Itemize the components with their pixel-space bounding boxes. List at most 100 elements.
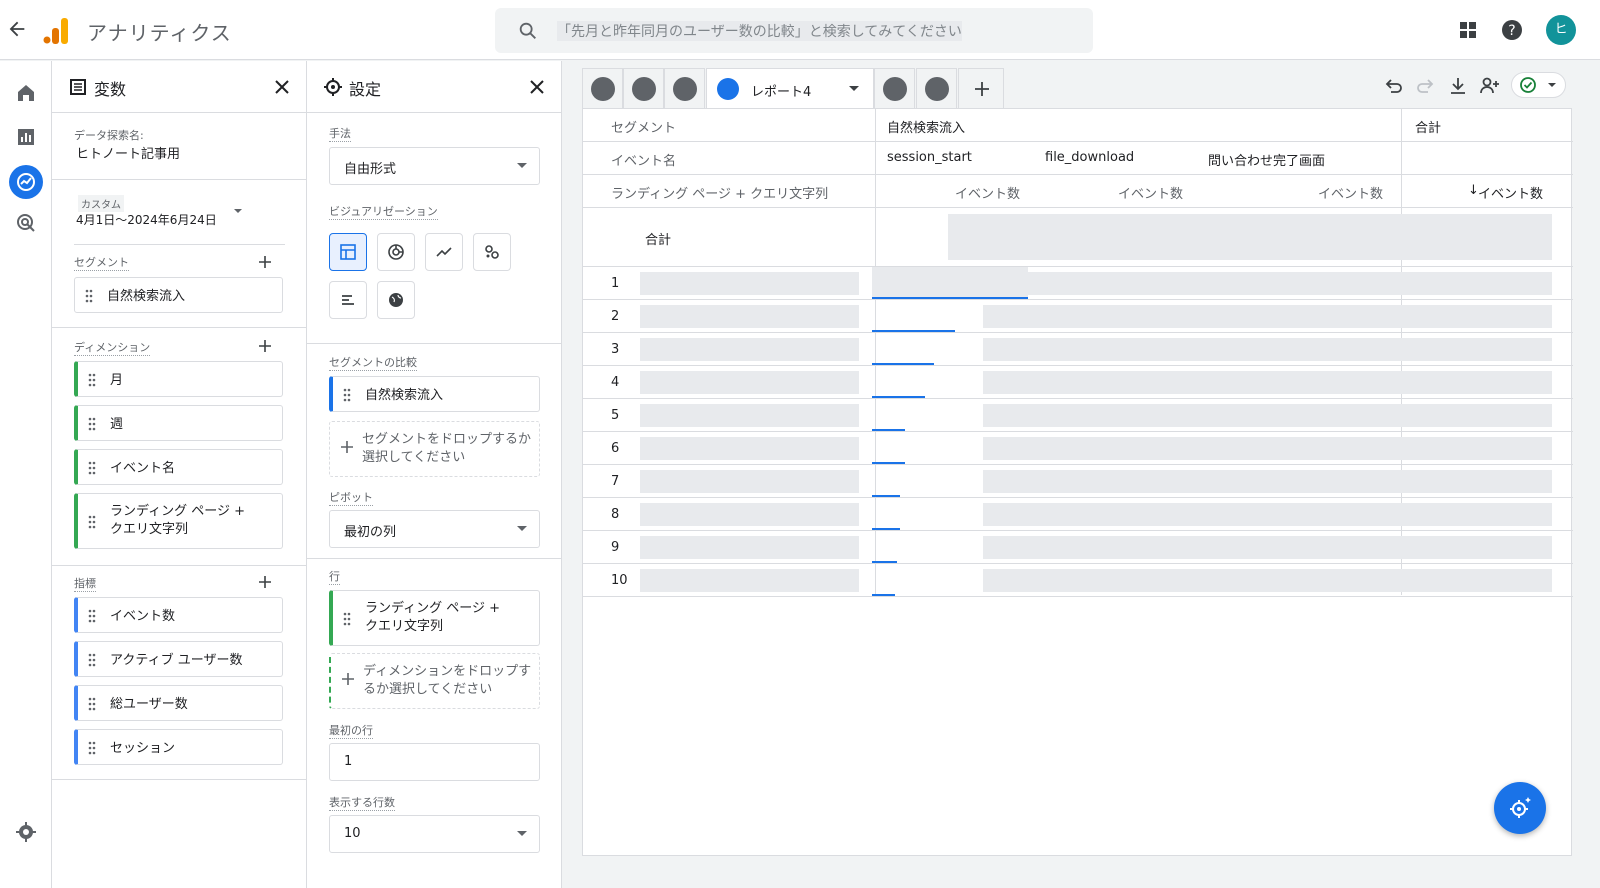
explore-icon[interactable] — [14, 170, 38, 194]
value-placeholder — [983, 470, 1552, 493]
rows-dimension-chip[interactable]: ランディング ページ + クエリ文字列 — [329, 590, 540, 646]
search-icon — [519, 22, 536, 39]
tab-report[interactable] — [664, 68, 705, 108]
home-icon[interactable] — [14, 81, 38, 105]
dimension-dropzone[interactable]: ディメンションをドロップするか選択してください — [329, 653, 540, 709]
date-range-caret-icon[interactable] — [234, 209, 242, 213]
dimension-chip[interactable]: イベント名 — [74, 449, 283, 485]
drag-handle-icon[interactable] — [343, 612, 351, 626]
viz-donut-button[interactable] — [377, 233, 415, 271]
metric-column-header[interactable]: イベント数 — [955, 183, 1020, 202]
drag-handle-icon[interactable] — [88, 373, 96, 387]
landing-page-placeholder — [640, 503, 859, 526]
advertising-icon[interactable] — [14, 211, 38, 235]
dimension-chip[interactable]: 月 — [74, 361, 283, 397]
status-pill[interactable] — [1511, 72, 1566, 98]
landing-page-placeholder — [640, 371, 859, 394]
drag-handle-icon[interactable] — [88, 515, 96, 529]
close-icon[interactable] — [527, 77, 547, 97]
event-column-header[interactable]: file_download — [1045, 150, 1134, 165]
drag-handle-icon[interactable] — [85, 289, 93, 303]
viz-scatter-button[interactable] — [473, 233, 511, 271]
dimension-chip[interactable]: 週 — [74, 405, 283, 441]
first-row-input[interactable]: 1 — [329, 743, 540, 781]
drag-handle-icon[interactable] — [88, 461, 96, 475]
variables-icon — [70, 79, 86, 95]
settings-title: 設定 — [349, 80, 382, 99]
undo-icon[interactable] — [1382, 75, 1404, 97]
show-rows-label: 表示する行数 — [329, 796, 395, 811]
metric-column-header[interactable]: イベント数 — [1318, 183, 1383, 202]
tab-report[interactable] — [623, 68, 664, 108]
metric-label: セッション — [110, 741, 176, 756]
user-avatar[interactable]: ヒ — [1546, 15, 1576, 45]
tab-report[interactable] — [582, 68, 623, 108]
tab-report[interactable] — [916, 68, 957, 108]
exploration-name[interactable]: ヒトノート記事用 — [76, 143, 180, 162]
apps-grid-icon[interactable] — [1456, 18, 1480, 42]
chevron-down-icon[interactable] — [849, 86, 859, 91]
landing-page-header: ランディング ページ + クエリ文字列 — [611, 187, 829, 202]
svg-text:?: ? — [1508, 23, 1515, 39]
plus-icon — [341, 441, 353, 453]
settings-header: 設定 — [307, 61, 561, 113]
in-cell-bar — [872, 330, 955, 332]
metric-chip[interactable]: イベント数 — [74, 597, 283, 633]
first-row-label: 最初の行 — [329, 724, 373, 739]
event-column-header[interactable]: session_start — [887, 150, 972, 165]
segment-dropzone-text: セグメントをドロップするか選択してください — [362, 432, 532, 465]
show-rows-select[interactable]: 10 — [329, 815, 540, 853]
help-icon[interactable]: ? — [1500, 18, 1524, 42]
tab-report-active[interactable]: レポート4 — [706, 68, 874, 108]
rows-dimension-value: ランディング ページ + クエリ文字列 — [365, 601, 500, 634]
drag-handle-icon[interactable] — [88, 609, 96, 623]
reports-icon[interactable] — [14, 125, 38, 149]
in-cell-bar — [872, 396, 925, 398]
drag-handle-icon[interactable] — [88, 741, 96, 755]
redo-icon[interactable] — [1415, 75, 1437, 97]
settings-panel: 設定 手法 自由形式 ビジュアリゼーション セグメントの比較 自然検索流入 セグ… — [307, 61, 562, 888]
event-column-header[interactable]: 問い合わせ完了画面 — [1208, 150, 1325, 169]
drag-handle-icon[interactable] — [88, 417, 96, 431]
share-user-icon[interactable] — [1479, 75, 1501, 97]
dimension-chip[interactable]: ランディング ページ + クエリ文字列 — [74, 493, 283, 549]
add-segment-icon[interactable] — [256, 253, 274, 271]
technique-select[interactable]: 自由形式 — [329, 147, 540, 185]
add-dimension-icon[interactable] — [256, 337, 274, 355]
viz-line-button[interactable] — [425, 233, 463, 271]
segment-compare-label: セグメントの比較 — [329, 356, 417, 371]
sorted-metric-header[interactable]: イベント数 — [1478, 183, 1543, 202]
dimension-label: 週 — [110, 417, 124, 432]
viz-bar-button[interactable] — [329, 281, 367, 319]
viz-geo-button[interactable] — [377, 281, 415, 319]
drag-handle-icon[interactable] — [88, 697, 96, 711]
pivot-select[interactable]: 最初の列 — [329, 510, 540, 548]
search-bar[interactable]: 「先月と昨年同月のユーザー数の比較」と検索してみてください — [495, 8, 1093, 53]
add-tab-button[interactable] — [958, 68, 1004, 108]
variables-header: 変数 — [52, 61, 306, 113]
value-placeholder — [983, 305, 1552, 328]
close-icon[interactable] — [272, 77, 292, 97]
segment-compare-chip[interactable]: 自然検索流入 — [329, 376, 540, 412]
metric-chip[interactable]: アクティブ ユーザー数 — [74, 641, 283, 677]
drag-handle-icon[interactable] — [88, 653, 96, 667]
metric-column-header[interactable]: イベント数 — [1118, 183, 1183, 202]
download-icon[interactable] — [1447, 75, 1469, 97]
back-arrow-icon[interactable] — [6, 18, 28, 40]
date-range-label: カスタム — [78, 195, 124, 212]
tab-report[interactable] — [874, 68, 915, 108]
in-cell-bar — [872, 363, 934, 365]
segment-dropzone[interactable]: セグメントをドロップするか選択してください — [329, 421, 540, 477]
report-canvas: セグメント 自然検索流入 合計 イベント名 session_start file… — [582, 108, 1573, 856]
date-range[interactable]: 4月1日～2024年6月24日 — [76, 211, 217, 228]
metric-chip[interactable]: 総ユーザー数 — [74, 685, 283, 721]
viz-table-button[interactable] — [329, 233, 367, 271]
metric-chip[interactable]: セッション — [74, 729, 283, 765]
segment-label: 自然検索流入 — [107, 289, 186, 304]
segment-chip[interactable]: 自然検索流入 — [74, 277, 283, 313]
settings-gear-icon[interactable] — [14, 820, 38, 844]
drag-handle-icon[interactable] — [343, 388, 351, 402]
insights-fab-button[interactable] — [1494, 782, 1546, 834]
bar-placeholder — [872, 267, 1028, 298]
add-metric-icon[interactable] — [256, 573, 274, 591]
